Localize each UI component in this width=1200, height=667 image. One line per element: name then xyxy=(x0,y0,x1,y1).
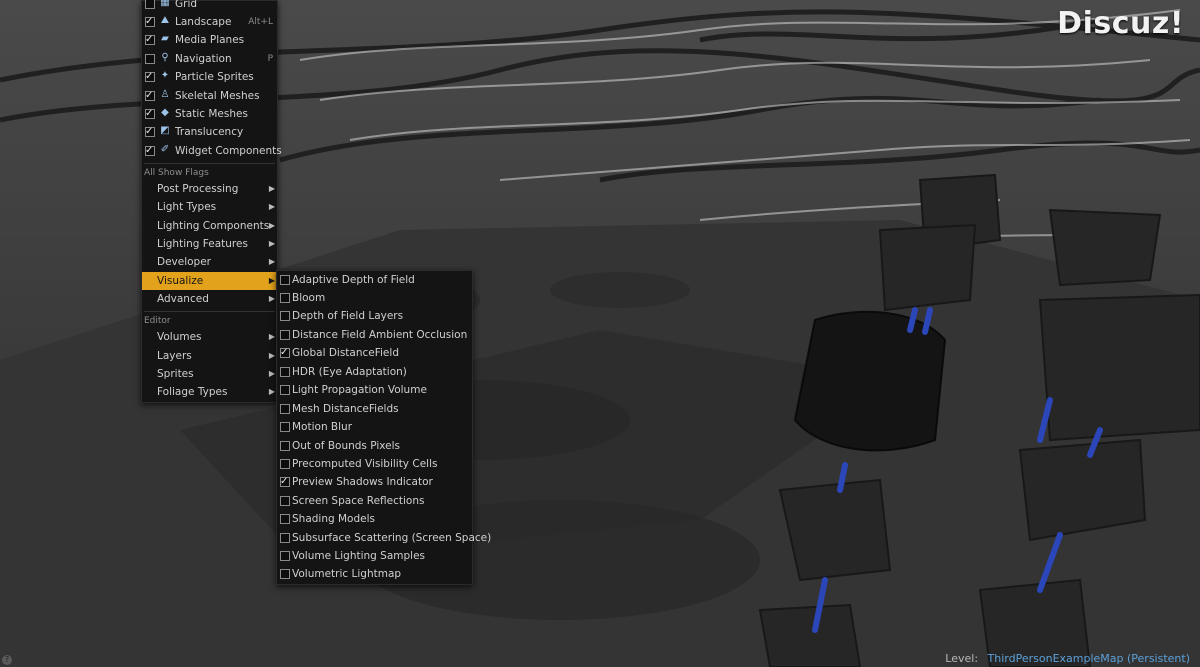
checkbox[interactable] xyxy=(280,385,290,395)
vis-preview-shadows-indicator[interactable]: Preview Shadows Indicator xyxy=(277,473,472,491)
submenu-arrow-icon: ▶ xyxy=(268,332,275,341)
submenu-arrow-icon: ▶ xyxy=(268,239,275,248)
checkbox[interactable] xyxy=(145,0,155,9)
flag-translucency[interactable]: ◩ Translucency xyxy=(142,123,277,141)
checkbox[interactable] xyxy=(280,422,290,432)
vis-out-of-bounds-pixels[interactable]: Out of Bounds Pixels xyxy=(277,437,472,455)
all-show-flags-header: All Show Flags xyxy=(144,168,209,178)
widget-components-icon: ✐ xyxy=(160,144,170,155)
checkbox[interactable] xyxy=(280,441,290,451)
menu-lighting-components[interactable]: Lighting Components ▶ xyxy=(142,217,277,235)
checkbox[interactable] xyxy=(280,275,290,285)
menu-lighting-features[interactable]: Lighting Features ▶ xyxy=(142,235,277,253)
level-label: Level: xyxy=(945,652,979,665)
landscape-icon: ⛰ xyxy=(160,15,170,26)
static-meshes-icon: ◆ xyxy=(161,107,169,118)
checkbox[interactable] xyxy=(280,473,290,491)
editor-header: Editor xyxy=(144,316,171,326)
menu-volumes[interactable]: Volumes ▶ xyxy=(142,328,277,346)
vis-shading-models[interactable]: Shading Models xyxy=(277,510,472,528)
vis-volume-lighting-samples[interactable]: Volume Lighting Samples xyxy=(277,547,472,565)
flag-skeletal-meshes[interactable]: ♙ Skeletal Meshes xyxy=(142,87,277,105)
skeletal-meshes-icon: ♙ xyxy=(160,89,170,100)
vis-light-propagation-volume[interactable]: Light Propagation Volume xyxy=(277,381,472,399)
checkbox[interactable] xyxy=(280,311,290,321)
media-planes-icon: ▰ xyxy=(161,33,169,44)
menu-layers[interactable]: Layers ▶ xyxy=(142,347,277,365)
particle-sprites-icon: ✦ xyxy=(160,70,170,81)
help-icon[interactable]: ? xyxy=(2,655,12,665)
menu-visualize[interactable]: Visualize ▶ xyxy=(142,272,277,290)
checkbox[interactable] xyxy=(280,569,290,579)
flag-landscape[interactable]: ⛰ Landscape Alt+L xyxy=(142,13,277,31)
checkbox[interactable] xyxy=(280,496,290,506)
checkbox[interactable] xyxy=(145,123,155,141)
navigation-icon: ⚲ xyxy=(161,52,169,63)
vis-screen-space-reflections[interactable]: Screen Space Reflections xyxy=(277,492,472,510)
vis-adaptive-depth-of-field[interactable]: Adaptive Depth of Field xyxy=(277,271,472,289)
vis-global-distancefield[interactable]: Global DistanceField xyxy=(277,344,472,362)
checkbox[interactable] xyxy=(280,344,290,362)
menu-advanced[interactable]: Advanced ▶ xyxy=(142,290,277,308)
submenu-arrow-icon: ▶ xyxy=(268,369,275,378)
flag-widget-components[interactable]: ✐ Widget Components xyxy=(142,142,282,160)
separator xyxy=(144,163,275,164)
checkbox[interactable] xyxy=(280,367,290,377)
checkbox[interactable] xyxy=(280,293,290,303)
flag-navigation[interactable]: ⚲ Navigation P xyxy=(142,50,277,68)
watermark-logo: Discuz! xyxy=(1057,6,1184,41)
submenu-arrow-icon: ▶ xyxy=(268,294,275,303)
menu-foliage-types[interactable]: Foliage Types ▶ xyxy=(142,383,277,401)
vis-motion-blur[interactable]: Motion Blur xyxy=(277,418,472,436)
level-status: Level: ThirdPersonExampleMap (Persistent… xyxy=(945,652,1190,665)
checkbox[interactable] xyxy=(145,54,155,64)
vis-distance-field-ao[interactable]: Distance Field Ambient Occlusion xyxy=(277,326,472,344)
vis-volumetric-lightmap[interactable]: Volumetric Lightmap xyxy=(277,565,472,583)
checkbox[interactable] xyxy=(145,105,155,123)
menu-developer[interactable]: Developer ▶ xyxy=(142,253,277,271)
submenu-arrow-icon: ▶ xyxy=(268,184,275,193)
checkbox[interactable] xyxy=(280,330,290,340)
vis-mesh-distancefields[interactable]: Mesh DistanceFields xyxy=(277,400,472,418)
submenu-arrow-icon: ▶ xyxy=(268,351,275,360)
flag-particle-sprites[interactable]: ✦ Particle Sprites xyxy=(142,68,277,86)
checkbox[interactable] xyxy=(145,13,155,31)
separator xyxy=(144,311,275,312)
checkbox[interactable] xyxy=(280,459,290,469)
submenu-arrow-icon: ▶ xyxy=(268,202,275,211)
vis-bloom[interactable]: Bloom xyxy=(277,289,472,307)
vis-precomputed-visibility-cells[interactable]: Precomputed Visibility Cells xyxy=(277,455,472,473)
submenu-arrow-icon: ▶ xyxy=(268,221,275,230)
flag-media-planes[interactable]: ▰ Media Planes xyxy=(142,31,277,49)
grid-icon: ▦ xyxy=(160,0,170,8)
checkbox[interactable] xyxy=(145,142,155,160)
vis-depth-of-field-layers[interactable]: Depth of Field Layers xyxy=(277,307,472,325)
checkbox[interactable] xyxy=(280,514,290,524)
flag-static-meshes[interactable]: ◆ Static Meshes xyxy=(142,105,277,123)
level-value: ThirdPersonExampleMap (Persistent) xyxy=(987,652,1190,665)
checkbox[interactable] xyxy=(280,404,290,414)
flag-grid[interactable]: ▦ Grid xyxy=(142,0,277,13)
checkbox[interactable] xyxy=(280,533,290,543)
submenu-arrow-icon: ▶ xyxy=(268,387,275,396)
vis-hdr-eye-adaptation[interactable]: HDR (Eye Adaptation) xyxy=(277,363,472,381)
vis-subsurface-scattering[interactable]: Subsurface Scattering (Screen Space) xyxy=(277,529,491,547)
menu-light-types[interactable]: Light Types ▶ xyxy=(142,198,277,216)
translucency-icon: ◩ xyxy=(160,125,170,136)
menu-sprites[interactable]: Sprites ▶ xyxy=(142,365,277,383)
checkbox[interactable] xyxy=(145,31,155,49)
submenu-arrow-icon: ▶ xyxy=(268,276,275,285)
menu-post-processing[interactable]: Post Processing ▶ xyxy=(142,180,277,198)
checkbox[interactable] xyxy=(280,551,290,561)
checkbox[interactable] xyxy=(145,68,155,86)
checkbox[interactable] xyxy=(145,87,155,105)
show-flags-menu: ▦ Grid ⛰ Landscape Alt+L ▰ Media Planes … xyxy=(141,0,282,403)
submenu-arrow-icon: ▶ xyxy=(268,257,275,266)
visualize-submenu: Adaptive Depth of Field Bloom Depth of F… xyxy=(276,270,491,585)
